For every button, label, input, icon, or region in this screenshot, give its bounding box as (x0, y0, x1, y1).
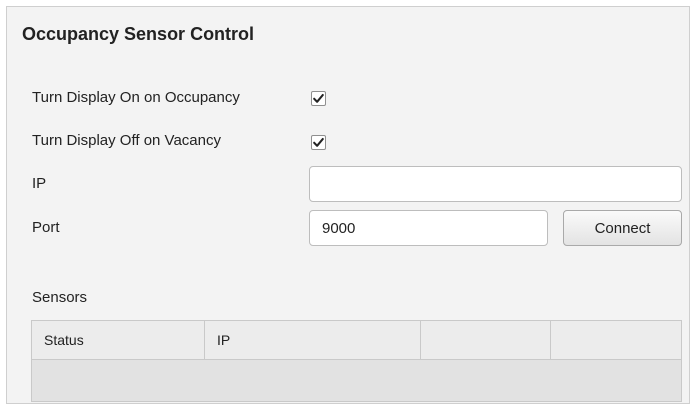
sensors-table-header: Status IP (32, 321, 681, 360)
column-header-4[interactable] (551, 321, 681, 359)
sensors-table-empty-row (32, 360, 681, 401)
checkmark-icon (313, 137, 324, 147)
port-label: Port (32, 219, 60, 236)
occupancy-sensor-panel: Occupancy Sensor Control Turn Display On… (6, 6, 690, 404)
column-header-ip[interactable]: IP (205, 321, 421, 359)
column-header-3[interactable] (421, 321, 551, 359)
sensors-label: Sensors (32, 289, 88, 306)
checkmark-icon (313, 93, 324, 103)
connect-button[interactable]: Connect (563, 210, 682, 246)
port-input[interactable] (309, 210, 548, 246)
ip-label: IP (32, 175, 47, 192)
display-off-label: Turn Display Off on Vacancy (32, 132, 221, 149)
sensors-table: Status IP (31, 320, 682, 402)
panel-title: Occupancy Sensor Control (22, 24, 255, 44)
display-off-checkbox[interactable] (311, 135, 326, 150)
column-header-status[interactable]: Status (32, 321, 205, 359)
ip-input[interactable] (309, 166, 682, 202)
display-on-checkbox[interactable] (311, 91, 326, 106)
display-on-label: Turn Display On on Occupancy (32, 89, 240, 106)
